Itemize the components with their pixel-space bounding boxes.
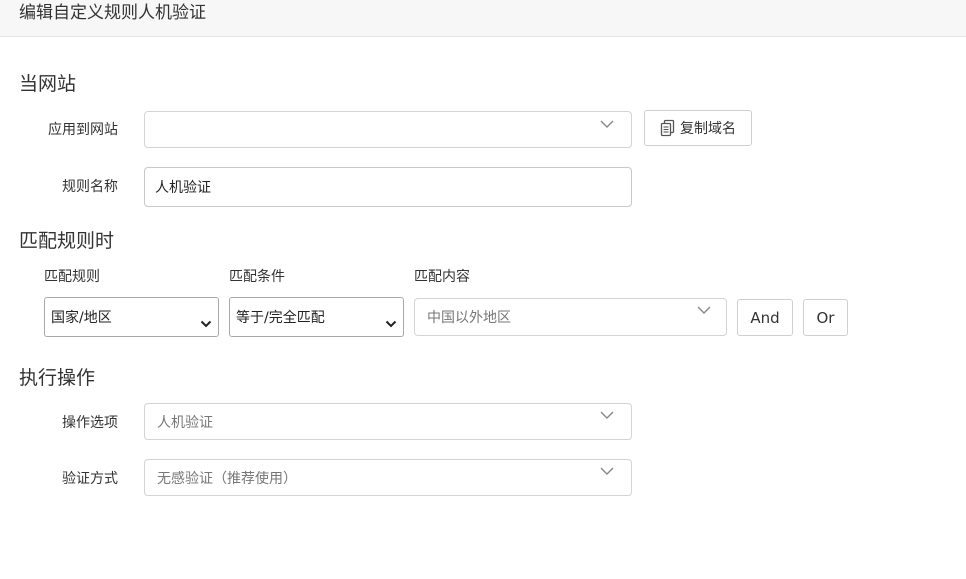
chevron-down-icon xyxy=(696,305,712,315)
verify-method-value: 无感验证（推荐使用） xyxy=(157,470,297,487)
section-title-action: 执行操作 xyxy=(19,367,96,389)
apply-site-select[interactable] xyxy=(144,111,632,148)
rule-name-input[interactable]: 人机验证 xyxy=(144,167,632,207)
rule-name-value: 人机验证 xyxy=(155,180,211,196)
match-content-select[interactable]: 中国以外地区 xyxy=(414,298,727,336)
column-header-condition: 匹配条件 xyxy=(229,269,285,285)
dialog-header: 编辑自定义规则人机验证 xyxy=(0,0,966,37)
action-option-value: 人机验证 xyxy=(157,414,213,431)
chevron-down-icon xyxy=(200,313,212,328)
match-rule-value: 国家/地区 xyxy=(51,310,112,326)
chevron-down-icon xyxy=(599,410,615,420)
rule-name-label: 规则名称 xyxy=(62,179,118,195)
copy-icon xyxy=(660,119,676,137)
apply-site-label: 应用到网站 xyxy=(48,122,118,138)
verify-method-select[interactable]: 无感验证（推荐使用） xyxy=(144,459,632,496)
chevron-down-icon xyxy=(599,119,615,129)
page-title: 编辑自定义规则人机验证 xyxy=(19,3,206,23)
section-title-site: 当网站 xyxy=(19,73,77,95)
chevron-down-icon xyxy=(385,313,397,328)
section-title-match: 匹配规则时 xyxy=(19,230,115,252)
verify-method-label: 验证方式 xyxy=(62,471,118,487)
copy-domain-label: 复制域名 xyxy=(680,121,736,137)
match-content-value: 中国以外地区 xyxy=(427,310,511,326)
column-header-content: 匹配内容 xyxy=(414,269,470,285)
chevron-down-icon xyxy=(599,466,615,476)
match-condition-value: 等于/完全匹配 xyxy=(236,310,325,326)
column-header-rule: 匹配规则 xyxy=(44,269,100,285)
action-option-label: 操作选项 xyxy=(62,415,118,431)
copy-domain-button[interactable]: 复制域名 xyxy=(644,110,752,146)
and-button[interactable]: And xyxy=(737,299,793,336)
match-condition-select[interactable]: 等于/完全匹配 xyxy=(229,297,404,337)
action-option-select[interactable]: 人机验证 xyxy=(144,403,632,440)
or-button[interactable]: Or xyxy=(803,299,848,336)
match-rule-select[interactable]: 国家/地区 xyxy=(44,297,219,337)
